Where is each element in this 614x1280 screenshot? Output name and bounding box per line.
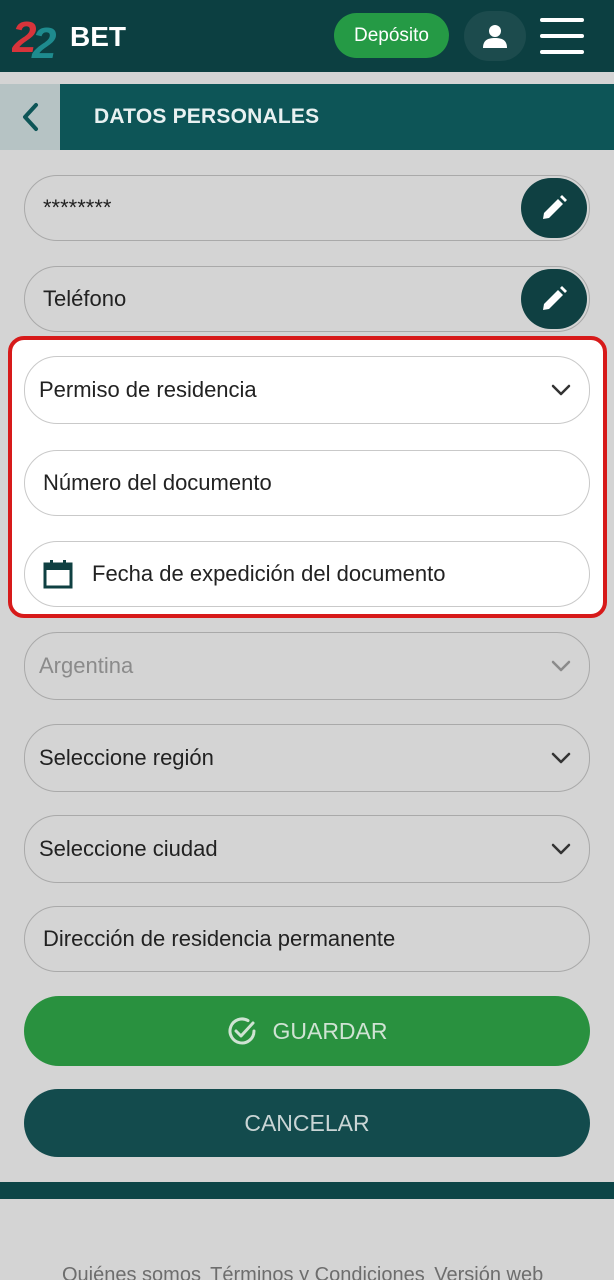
footer-link-web-version[interactable]: Versión web	[434, 1264, 543, 1280]
page-title: DATOS PERSONALES	[94, 105, 320, 128]
back-button[interactable]	[0, 84, 60, 150]
country-value: Argentina	[39, 653, 134, 678]
pencil-icon	[543, 195, 567, 219]
address-placeholder: Dirección de residencia permanente	[43, 926, 396, 951]
pencil-icon	[543, 286, 567, 310]
city-select[interactable]: Seleccione ciudad	[24, 815, 590, 883]
document-type-value: Permiso de residencia	[39, 377, 257, 402]
chevron-down-icon	[551, 660, 571, 672]
password-value: ********	[43, 195, 112, 220]
phone-field[interactable]: Teléfono	[24, 266, 590, 332]
edit-password-button[interactable]	[521, 178, 587, 238]
svg-text:BET: BET	[70, 21, 126, 52]
footer-links: Quiénes somos Términos y Condiciones Ver…	[62, 1264, 547, 1280]
top-bar: 2 2 BET Depósito	[0, 0, 614, 72]
issue-date-input[interactable]: Fecha de expedición del documento	[24, 541, 590, 607]
deposit-label: Depósito	[354, 24, 429, 46]
document-type-select[interactable]: Permiso de residencia	[24, 356, 590, 424]
chevron-left-icon	[23, 103, 38, 131]
city-placeholder: Seleccione ciudad	[39, 836, 218, 861]
page-header: DATOS PERSONALES	[0, 84, 614, 150]
save-label: GUARDAR	[272, 1017, 388, 1044]
document-number-placeholder: Número del documento	[43, 470, 272, 495]
cancel-label: CANCELAR	[244, 1109, 370, 1136]
country-select[interactable]: Argentina	[24, 632, 590, 700]
hamburger-menu-icon[interactable]	[540, 18, 584, 54]
password-field[interactable]: ********	[24, 175, 590, 241]
region-placeholder: Seleccione región	[39, 745, 214, 770]
chevron-down-icon	[551, 752, 571, 764]
document-number-input[interactable]: Número del documento	[24, 450, 590, 516]
chevron-down-icon	[551, 843, 571, 855]
user-account-button[interactable]	[464, 11, 526, 61]
footer: Quiénes somos Términos y Condiciones Ver…	[0, 1199, 614, 1280]
region-select[interactable]: Seleccione región	[24, 724, 590, 792]
cancel-button[interactable]: CANCELAR	[24, 1089, 590, 1157]
phone-placeholder: Teléfono	[43, 286, 127, 311]
issue-date-placeholder: Fecha de expedición del documento	[92, 561, 446, 586]
chevron-down-icon	[551, 384, 571, 396]
footer-link-terms[interactable]: Términos y Condiciones	[210, 1264, 425, 1280]
edit-phone-button[interactable]	[521, 269, 587, 329]
deposit-button[interactable]: Depósito	[334, 13, 449, 58]
footer-link-about[interactable]: Quiénes somos	[62, 1264, 201, 1280]
brand-logo[interactable]: 2 2 BET	[11, 10, 142, 68]
check-circle-icon	[229, 1017, 256, 1045]
save-button[interactable]: GUARDAR	[24, 996, 590, 1066]
calendar-icon	[43, 560, 73, 589]
user-icon	[483, 25, 507, 48]
footer-divider	[0, 1182, 614, 1199]
address-input[interactable]: Dirección de residencia permanente	[24, 906, 590, 972]
svg-text:2: 2	[31, 19, 57, 62]
